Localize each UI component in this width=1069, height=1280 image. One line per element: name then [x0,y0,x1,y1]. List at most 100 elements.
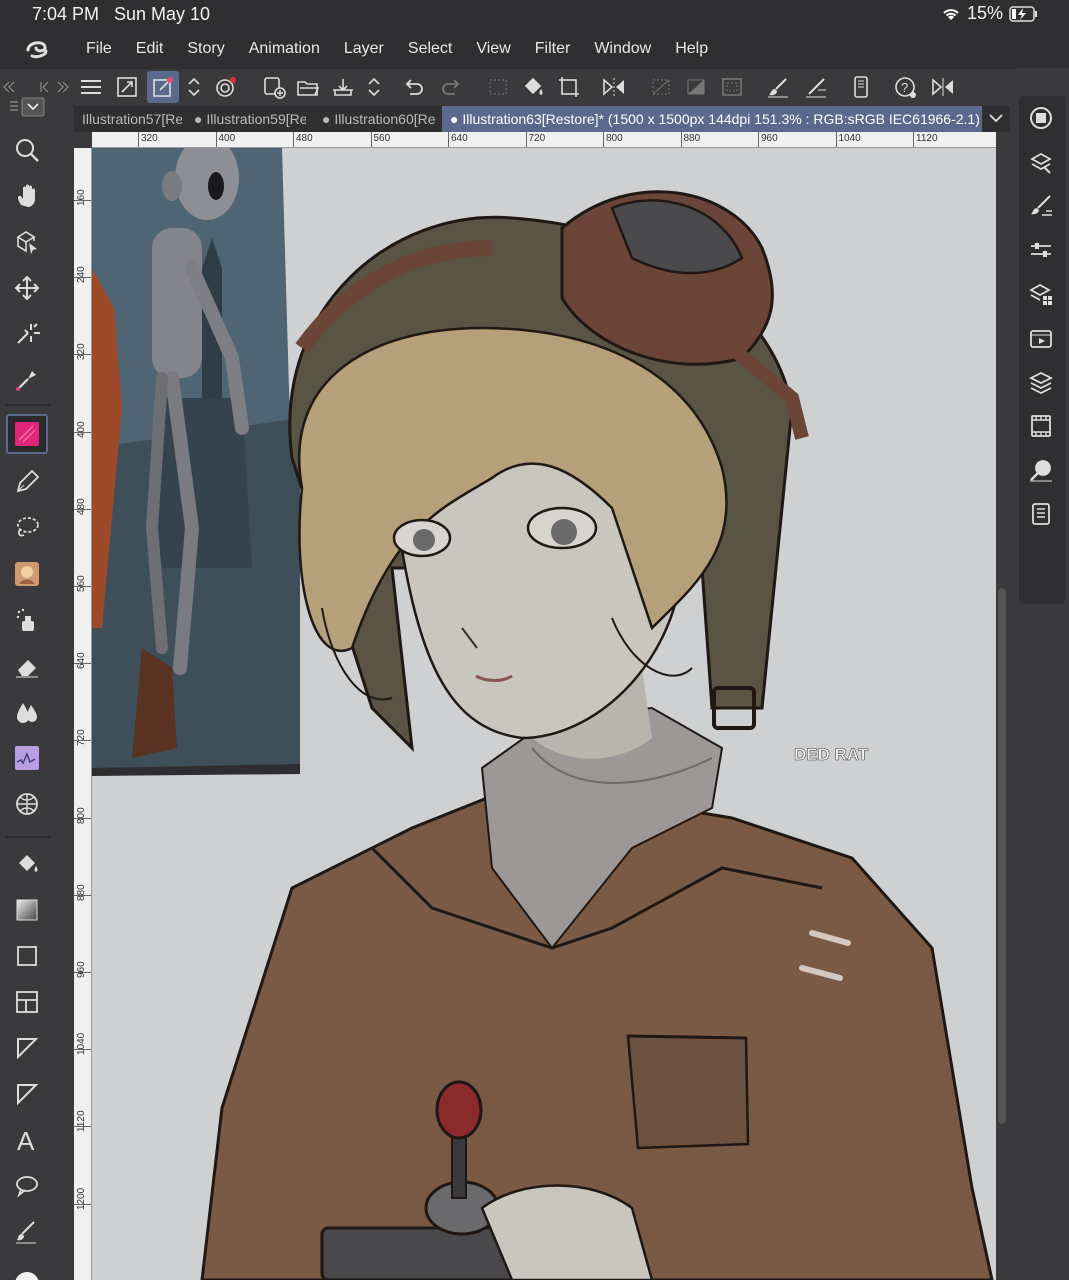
command-bar: ? [0,68,1069,104]
ruler-tick [215,132,217,147]
ruler-label: 640 [451,133,468,144]
flip-horizontal-icon[interactable] [598,71,630,103]
stepper-icon[interactable] [180,71,208,103]
transform-active-icon[interactable] [147,71,179,103]
balloon-tool-icon[interactable] [6,1166,48,1206]
ruler-tick [603,132,604,147]
adjust-sliders-icon[interactable] [1023,232,1059,268]
timeline-icon[interactable] [1023,320,1059,356]
new-canvas-icon[interactable] [258,71,290,103]
tab-illustration59[interactable]: ● Illustration59[Re [186,106,306,132]
hamburger-menu-icon[interactable] [76,71,108,103]
menu-select[interactable]: Select [396,40,464,58]
color-swatch-icon[interactable] [6,414,48,454]
ruler-label: 1200 [76,1187,87,1210]
zoom-tool-icon[interactable] [6,130,48,170]
eraser-tool-icon[interactable] [6,646,48,686]
vertical-scrollbar-thumb[interactable] [998,588,1006,1124]
menu-animation[interactable]: Animation [237,40,332,58]
ruler-label: 320 [76,343,87,361]
ruler-label: 960 [761,133,778,144]
ruler-label: 320 [141,133,158,144]
hand-tool-icon[interactable] [6,176,48,216]
menu-edit[interactable]: Edit [124,40,176,58]
reference-image [92,148,300,776]
move-tool-icon[interactable] [6,268,48,308]
texture-brush-icon[interactable] [6,738,48,778]
status-bar: 7:04 PM Sun May 10 15% [0,0,1069,30]
layers-icon[interactable] [1023,364,1059,400]
gradient-tool-icon[interactable] [6,890,48,930]
undo-icon[interactable] [398,71,430,103]
object-tool-icon[interactable] [6,222,48,262]
app-logo-icon[interactable] [0,38,74,60]
tab-illustration57[interactable]: Illustration57[Re [74,106,182,132]
character-artwork [200,190,994,1280]
crop-icon[interactable] [553,71,585,103]
status-date: Sun May 10 [114,4,211,24]
brush-preview-icon[interactable] [6,554,48,594]
expand-right-icon[interactable] [54,71,72,103]
stepper-icon-2[interactable] [360,71,388,103]
save-icon[interactable] [327,71,359,103]
clear-selection-icon[interactable] [482,71,514,103]
fit-screen-icon[interactable] [111,71,143,103]
lasso-tool-icon[interactable] [6,508,48,548]
svg-text:?: ? [901,80,908,95]
ruler-label: 720 [76,729,87,747]
open-folder-icon[interactable] [292,71,324,103]
redo-icon[interactable] [435,71,467,103]
help-icon[interactable]: ? [890,71,922,103]
menu-window[interactable]: Window [582,40,663,58]
status-time: 7:04 PM [32,4,100,24]
menu-file[interactable]: File [74,40,124,58]
device-settings-icon[interactable] [845,71,877,103]
ruler-tick [293,132,294,147]
menu-filter[interactable]: Filter [523,40,583,58]
palette-menu-icon[interactable] [6,94,48,120]
pen-tool-icon[interactable] [6,462,48,502]
ruler-label: 400 [76,420,87,438]
pen-pressure-icon[interactable] [800,71,832,103]
sub-tool-icon[interactable] [1023,144,1059,180]
rectangle-tool-icon[interactable] [6,936,48,976]
ruler-tick [758,132,759,147]
menu-help[interactable]: Help [663,40,720,58]
tab-list-chevron-icon[interactable] [984,106,1010,132]
tool-property-icon[interactable] [1023,188,1059,224]
menu-story[interactable]: Story [175,40,236,58]
airbrush-tool-icon[interactable] [6,600,48,640]
correct-line-tool-icon[interactable] [6,1212,48,1252]
invert-selection-icon[interactable] [680,71,712,103]
color-wheel-icon[interactable] [6,1258,48,1280]
ruler-label: 400 [218,133,236,144]
eyedropper-tool-icon[interactable] [6,360,48,400]
ruler-label: 720 [528,133,546,144]
ruler-tool-icon-2[interactable] [6,1074,48,1114]
menu-view[interactable]: View [464,40,522,58]
text-tool-icon[interactable]: A [6,1120,48,1160]
snap-icon[interactable] [210,71,242,103]
animation-cels-icon[interactable] [1023,408,1059,444]
artist-signature: DED RAT [794,745,869,764]
search-layer-icon[interactable] [1023,452,1059,488]
selection-border-icon[interactable] [716,71,748,103]
figure-ruler-icon[interactable] [6,784,48,824]
drawing-canvas[interactable]: DED RAT [92,148,996,1280]
material-icon[interactable] [1023,496,1059,532]
navigator-icon[interactable] [1023,100,1059,136]
ruler-tool-icon[interactable] [6,1028,48,1068]
tab-illustration63[interactable]: ● Illustration63[Restore]* (1500 x 1500p… [442,106,982,132]
auto-select-tool-icon[interactable] [6,314,48,354]
hide-selection-icon[interactable] [645,71,677,103]
fill-bucket-toolbar-icon[interactable] [517,71,549,103]
layer-property-icon[interactable] [1023,276,1059,312]
mirror-view-icon[interactable] [927,71,959,103]
ruler-tick [525,132,527,147]
tab-illustration60[interactable]: ● Illustration60[Re [314,106,438,132]
menu-layer[interactable]: Layer [332,40,396,58]
brush-icon[interactable] [762,71,794,103]
fill-tool-icon[interactable] [6,844,48,884]
frame-border-tool-icon[interactable] [6,982,48,1022]
blend-tool-icon[interactable] [6,692,48,732]
